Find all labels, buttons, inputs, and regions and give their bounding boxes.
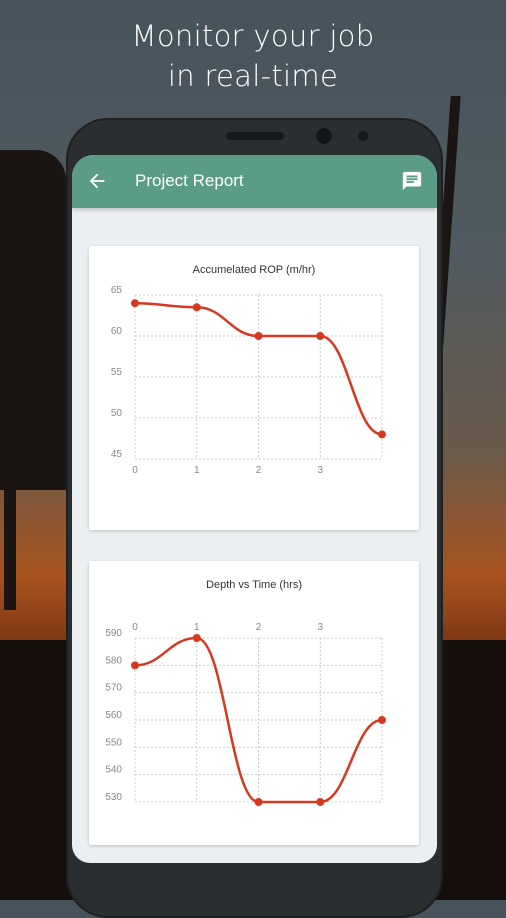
- data-point: [378, 430, 386, 439]
- y-tick-label: 50: [111, 408, 123, 419]
- x-tick-label: 3: [317, 465, 323, 476]
- phone-speaker: [226, 132, 284, 140]
- x-tick-label: 3: [317, 622, 323, 633]
- headline-line-1: Monitor your job: [131, 19, 375, 53]
- x-tick-label: 0: [132, 465, 138, 476]
- page-title: Project Report: [135, 171, 244, 190]
- chart-title: Depth vs Time (hrs): [206, 579, 302, 591]
- y-tick-label: 540: [105, 765, 122, 776]
- headline: Monitor your job in real-time: [0, 16, 506, 96]
- pumpjack-post: [4, 440, 16, 610]
- phone-sensor: [358, 131, 368, 141]
- data-point: [254, 798, 263, 806]
- data-point: [254, 332, 263, 340]
- y-tick-label: 580: [105, 655, 122, 666]
- phone-camera: [316, 128, 332, 144]
- y-tick-label: 590: [105, 628, 122, 639]
- rop-chart-card: Accumelated ROP (m/hr) 65 60 55 50 45 0 1 2 3: [89, 246, 419, 530]
- y-tick-label: 55: [111, 367, 123, 378]
- x-tick-label: 1: [194, 465, 200, 476]
- x-tick-label: 0: [132, 622, 138, 633]
- headline-line-2: in real-time: [167, 59, 339, 93]
- chart-title: Accumelated ROP (m/hr): [193, 264, 316, 276]
- pumpjack-silhouette: [0, 150, 66, 490]
- app-screen: Project Report Accumelated ROP (m/hr) 65 6…: [72, 155, 437, 863]
- y-tick-label: 560: [105, 710, 122, 721]
- data-point: [192, 634, 201, 642]
- x-tick-label: 1: [194, 622, 200, 633]
- data-point: [131, 299, 139, 308]
- rop-chart: Accumelated ROP (m/hr) 65 60 55 50 45 0 1 2 3: [111, 264, 386, 476]
- arrow-back-icon[interactable]: [86, 170, 108, 192]
- y-tick-label: 60: [111, 326, 123, 337]
- data-point: [192, 303, 201, 312]
- app-bar: Project Report: [72, 155, 437, 208]
- y-tick-label: 65: [111, 285, 123, 296]
- data-point: [378, 716, 386, 724]
- y-tick-label: 570: [105, 683, 122, 694]
- data-point: [131, 661, 139, 670]
- y-tick-label: 530: [105, 792, 122, 803]
- x-tick-label: 2: [256, 622, 262, 633]
- x-tick-label: 2: [256, 465, 262, 476]
- y-tick-label: 550: [105, 737, 122, 748]
- depth-chart-card: Depth vs Time (hrs) 590 580 570 560 550 540 530…: [89, 561, 419, 845]
- chat-icon[interactable]: [401, 170, 423, 192]
- depth-chart: Depth vs Time (hrs) 590 580 570 560 550 540 530…: [105, 579, 386, 806]
- data-point: [316, 798, 325, 806]
- y-tick-label: 45: [111, 449, 123, 460]
- data-point: [316, 332, 325, 340]
